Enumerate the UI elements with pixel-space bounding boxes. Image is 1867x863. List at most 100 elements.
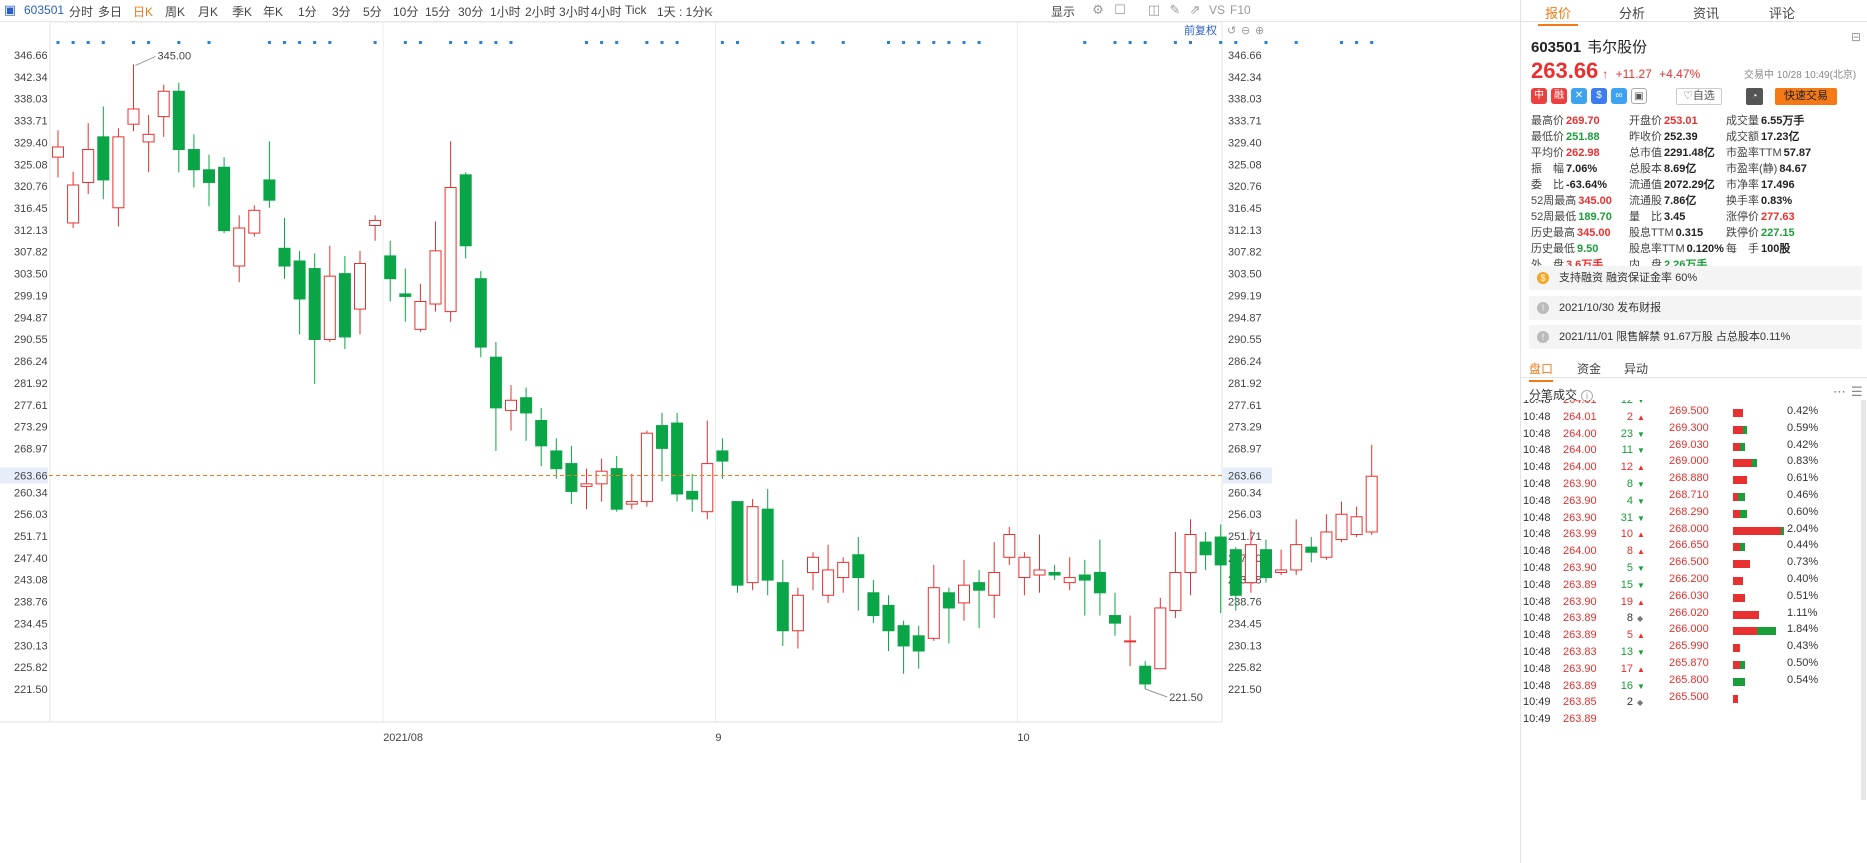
depth-subtab[interactable]: 盘口 [1529, 360, 1554, 382]
event-marker[interactable] [86, 41, 90, 44]
candle[interactable] [1290, 519, 1303, 576]
event-marker[interactable] [449, 41, 453, 44]
event-marker[interactable] [298, 41, 302, 44]
event-marker[interactable] [600, 41, 604, 44]
event-marker[interactable] [1113, 41, 1117, 44]
camera-icon[interactable]: ◫ [1147, 3, 1161, 17]
candle[interactable] [716, 438, 729, 479]
candle[interactable] [142, 115, 155, 173]
candle[interactable] [505, 385, 517, 431]
candle[interactable] [52, 130, 64, 178]
period-tab[interactable]: 1分 [298, 3, 317, 20]
event-marker[interactable] [720, 41, 724, 44]
event-marker[interactable] [902, 41, 906, 44]
candle[interactable] [338, 255, 351, 350]
candle[interactable] [1033, 534, 1046, 593]
pen-icon[interactable]: ✎ [1168, 3, 1182, 17]
panel-tab[interactable]: 资讯 [1681, 3, 1731, 22]
panel-collapse-icon[interactable]: ⊟ [1851, 30, 1861, 44]
candle[interactable] [1018, 552, 1031, 596]
event-marker[interactable] [841, 41, 845, 44]
dollar-icon[interactable]: $ [1591, 88, 1607, 104]
period-tab[interactable]: 10分 [393, 3, 418, 20]
event-marker[interactable] [101, 41, 105, 44]
candle[interactable] [384, 240, 397, 302]
f10-button[interactable]: F10 [1230, 3, 1251, 17]
event-marker[interactable] [479, 41, 483, 44]
event-marker[interactable] [811, 41, 815, 44]
event-marker[interactable] [585, 41, 588, 44]
period-tab[interactable]: 30分 [458, 3, 483, 20]
candle[interactable] [640, 430, 653, 507]
depth-subtab[interactable]: 资金 [1577, 360, 1601, 377]
event-marker[interactable] [1189, 41, 1192, 44]
panel-tab[interactable]: 报价 [1533, 3, 1583, 26]
event-marker[interactable] [147, 41, 151, 44]
event-marker[interactable] [1340, 41, 1343, 44]
candle[interactable] [1048, 564, 1061, 581]
event-marker[interactable] [373, 41, 377, 44]
connect-icon[interactable]: ✕ [1571, 88, 1587, 104]
event-marker[interactable] [1264, 41, 1268, 44]
event-marker[interactable] [781, 41, 785, 44]
candle[interactable] [1199, 531, 1212, 570]
candle[interactable] [429, 221, 442, 312]
panel-tab[interactable]: 分析 [1607, 3, 1657, 22]
event-marker[interactable] [328, 41, 332, 44]
event-marker[interactable] [494, 41, 498, 44]
candle[interactable] [671, 412, 684, 502]
period-tab[interactable]: 15分 [425, 3, 450, 20]
info-margin[interactable]: $ 支持融资 融资保证金率 60% [1529, 266, 1862, 290]
event-marker[interactable] [509, 41, 513, 44]
candle[interactable] [882, 595, 895, 652]
event-marker[interactable] [932, 41, 936, 44]
candle[interactable] [1139, 661, 1152, 689]
event-marker[interactable] [71, 41, 75, 44]
list-icon[interactable]: ☰ [1851, 384, 1863, 400]
candle[interactable] [369, 215, 382, 241]
candle[interactable] [399, 268, 412, 322]
candle[interactable] [595, 458, 608, 502]
candle[interactable] [293, 250, 306, 335]
candle[interactable] [1350, 506, 1363, 538]
period-tab[interactable]: 1小时 [490, 3, 521, 20]
event-marker[interactable] [418, 41, 422, 44]
candle[interactable] [912, 625, 925, 669]
period-tab[interactable]: Tick [625, 3, 647, 17]
candle[interactable] [761, 488, 774, 596]
event-marker[interactable] [1234, 41, 1238, 44]
candle[interactable] [837, 557, 850, 593]
candle[interactable] [157, 84, 170, 137]
candle[interactable] [218, 157, 231, 234]
period-tab[interactable]: 2小时 [525, 3, 556, 20]
period-tab[interactable]: 4小时 [591, 3, 622, 20]
candle[interactable] [580, 468, 593, 510]
candle[interactable] [474, 271, 487, 358]
event-marker[interactable] [403, 41, 407, 44]
candle[interactable] [791, 587, 804, 649]
event-marker[interactable] [283, 41, 286, 44]
candle[interactable] [731, 501, 744, 593]
candle[interactable] [942, 587, 955, 644]
kline-chart[interactable]: 2021/08 9 10 346.66 346.66 342.34 342.34 338.03… [0, 22, 1520, 863]
candle[interactable] [459, 172, 472, 259]
candle[interactable] [263, 141, 276, 208]
candle[interactable] [203, 154, 215, 207]
period-tab[interactable]: 季K [232, 3, 252, 20]
candle[interactable] [852, 537, 865, 611]
event-marker[interactable] [917, 41, 921, 44]
candle[interactable] [701, 420, 714, 520]
candle[interactable] [625, 473, 638, 510]
candle[interactable] [1184, 519, 1197, 596]
candle[interactable] [1109, 592, 1121, 636]
candle[interactable] [973, 569, 986, 629]
event-marker[interactable] [675, 41, 679, 44]
period-tab[interactable]: 3分 [332, 3, 351, 20]
event-marker[interactable] [56, 41, 60, 44]
candle[interactable] [807, 552, 819, 591]
flag-icon[interactable]: 中 [1531, 88, 1547, 104]
info-unlock[interactable]: ! 2021/11/01 限售解禁 91.67万股 占总股本0.11% [1529, 325, 1862, 349]
price-level-list[interactable]: 269.500 0.42% 269.300 0.59% 269.030 0.42% 269.… [1661, 400, 1856, 863]
candle[interactable] [1124, 615, 1137, 667]
scrollbar[interactable] [1861, 400, 1866, 800]
